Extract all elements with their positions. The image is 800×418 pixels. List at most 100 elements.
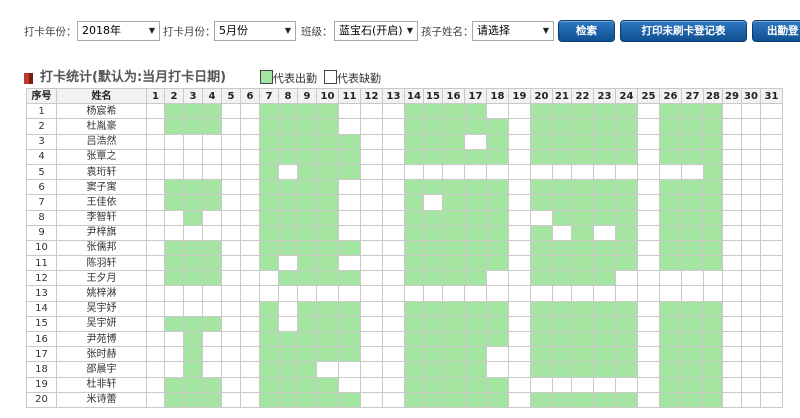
attendance-present-cell (659, 179, 682, 196)
attendance-absent-cell (722, 209, 742, 226)
attendance-absent-cell (146, 285, 165, 302)
attendance-absent-cell (741, 163, 761, 181)
attendance-absent-cell (202, 163, 222, 181)
row-index: 19 (26, 376, 57, 393)
attendance-present-cell (297, 133, 317, 150)
attendance-absent-cell (338, 103, 361, 120)
attendance-absent-cell (164, 330, 184, 348)
attendance-present-cell (615, 209, 638, 226)
attendance-absent-cell (404, 163, 424, 181)
attendance-present-cell (259, 148, 279, 165)
attendance-present-cell (404, 239, 424, 257)
attendance-absent-cell (760, 376, 783, 393)
child-select[interactable]: 请选择 ▼ (472, 21, 554, 41)
attendance-present-cell (681, 179, 704, 196)
export-attendance-button[interactable]: 出勤登 (752, 20, 800, 42)
attendance-absent-cell (760, 103, 783, 120)
attendance-absent-cell (183, 148, 203, 165)
attendance-present-cell (278, 361, 298, 378)
attendance-present-cell (530, 315, 553, 333)
attendance-present-cell (183, 346, 203, 363)
attendance-present-cell (681, 224, 704, 241)
attendance-absent-cell (338, 224, 361, 241)
table-row: 19 杜非轩 (26, 376, 783, 393)
attendance-present-cell (486, 391, 509, 408)
print-unswiped-button[interactable]: 打印未刷卡登记表 (620, 20, 747, 42)
table-row: 16 尹苑博 (26, 330, 783, 348)
attendance-absent-cell (202, 330, 222, 348)
class-select[interactable]: 蓝宝石(开启) ▼ (334, 21, 418, 41)
header-day: 24 (615, 87, 638, 105)
attendance-present-cell (259, 330, 279, 348)
row-index: 8 (26, 209, 57, 226)
attendance-present-cell (703, 330, 723, 348)
attendance-present-cell (659, 255, 682, 272)
attendance-absent-cell (442, 163, 465, 181)
attendance-present-cell (442, 330, 465, 348)
attendance-absent-cell (760, 315, 783, 333)
attendance-present-cell (659, 239, 682, 257)
attendance-present-cell (552, 148, 572, 165)
header-day: 8 (278, 87, 298, 105)
attendance-absent-cell (360, 179, 383, 196)
header-day: 25 (637, 87, 660, 105)
attendance-absent-cell (360, 118, 383, 135)
attendance-present-cell (423, 209, 443, 226)
attendance-present-cell (530, 361, 553, 378)
attendance-present-cell (297, 118, 317, 135)
attendance-present-cell (464, 239, 487, 257)
attendance-present-cell (681, 346, 704, 363)
attendance-absent-cell (360, 330, 383, 348)
attendance-absent-cell (760, 148, 783, 165)
row-index: 10 (26, 239, 57, 257)
attendance-absent-cell (508, 209, 531, 226)
attendance-present-cell (552, 255, 572, 272)
month-select[interactable]: 5月份 ▼ (214, 21, 296, 41)
attendance-present-cell (615, 179, 638, 196)
header-day: 31 (760, 87, 783, 105)
year-label: 打卡年份： (24, 26, 77, 38)
attendance-present-cell (571, 361, 594, 378)
attendance-absent-cell (615, 376, 638, 393)
table-row: 17 张时赫 (26, 346, 783, 363)
attendance-present-cell (338, 300, 361, 317)
attendance-present-cell (202, 391, 222, 408)
row-index: 12 (26, 270, 57, 287)
attendance-present-cell (297, 179, 317, 196)
row-index: 1 (26, 103, 57, 120)
attendance-present-cell (338, 148, 361, 165)
attendance-present-cell (571, 179, 594, 196)
attendance-present-cell (659, 346, 682, 363)
attendance-present-cell (404, 391, 424, 408)
child-name: 尹梓旗 (56, 224, 147, 241)
attendance-absent-cell (552, 376, 572, 393)
attendance-absent-cell (760, 361, 783, 378)
attendance-present-cell (259, 209, 279, 226)
attendance-absent-cell (486, 361, 509, 378)
attendance-present-cell (404, 255, 424, 272)
attendance-present-cell (423, 391, 443, 408)
attendance-absent-cell (202, 133, 222, 150)
attendance-present-cell (202, 118, 222, 135)
row-index: 9 (26, 224, 57, 241)
table-row: 7 王佳依 (26, 194, 783, 211)
attendance-absent-cell (221, 391, 241, 408)
attendance-absent-cell (360, 300, 383, 317)
attendance-absent-cell (703, 270, 723, 287)
attendance-absent-cell (423, 285, 443, 302)
attendance-absent-cell (382, 376, 405, 393)
attendance-absent-cell (278, 300, 298, 317)
attendance-present-cell (423, 239, 443, 257)
attendance-present-cell (659, 209, 682, 226)
attendance-present-cell (297, 224, 317, 241)
attendance-absent-cell (240, 224, 260, 241)
attendance-absent-cell (637, 346, 660, 363)
year-select[interactable]: 2018年 ▼ (77, 21, 160, 41)
attendance-present-cell (659, 376, 682, 393)
attendance-present-cell (530, 391, 553, 408)
attendance-present-cell (442, 376, 465, 393)
attendance-present-cell (316, 239, 339, 257)
attendance-absent-cell (741, 285, 761, 302)
attendance-absent-cell (382, 361, 405, 378)
search-button[interactable]: 检索 (558, 20, 615, 42)
